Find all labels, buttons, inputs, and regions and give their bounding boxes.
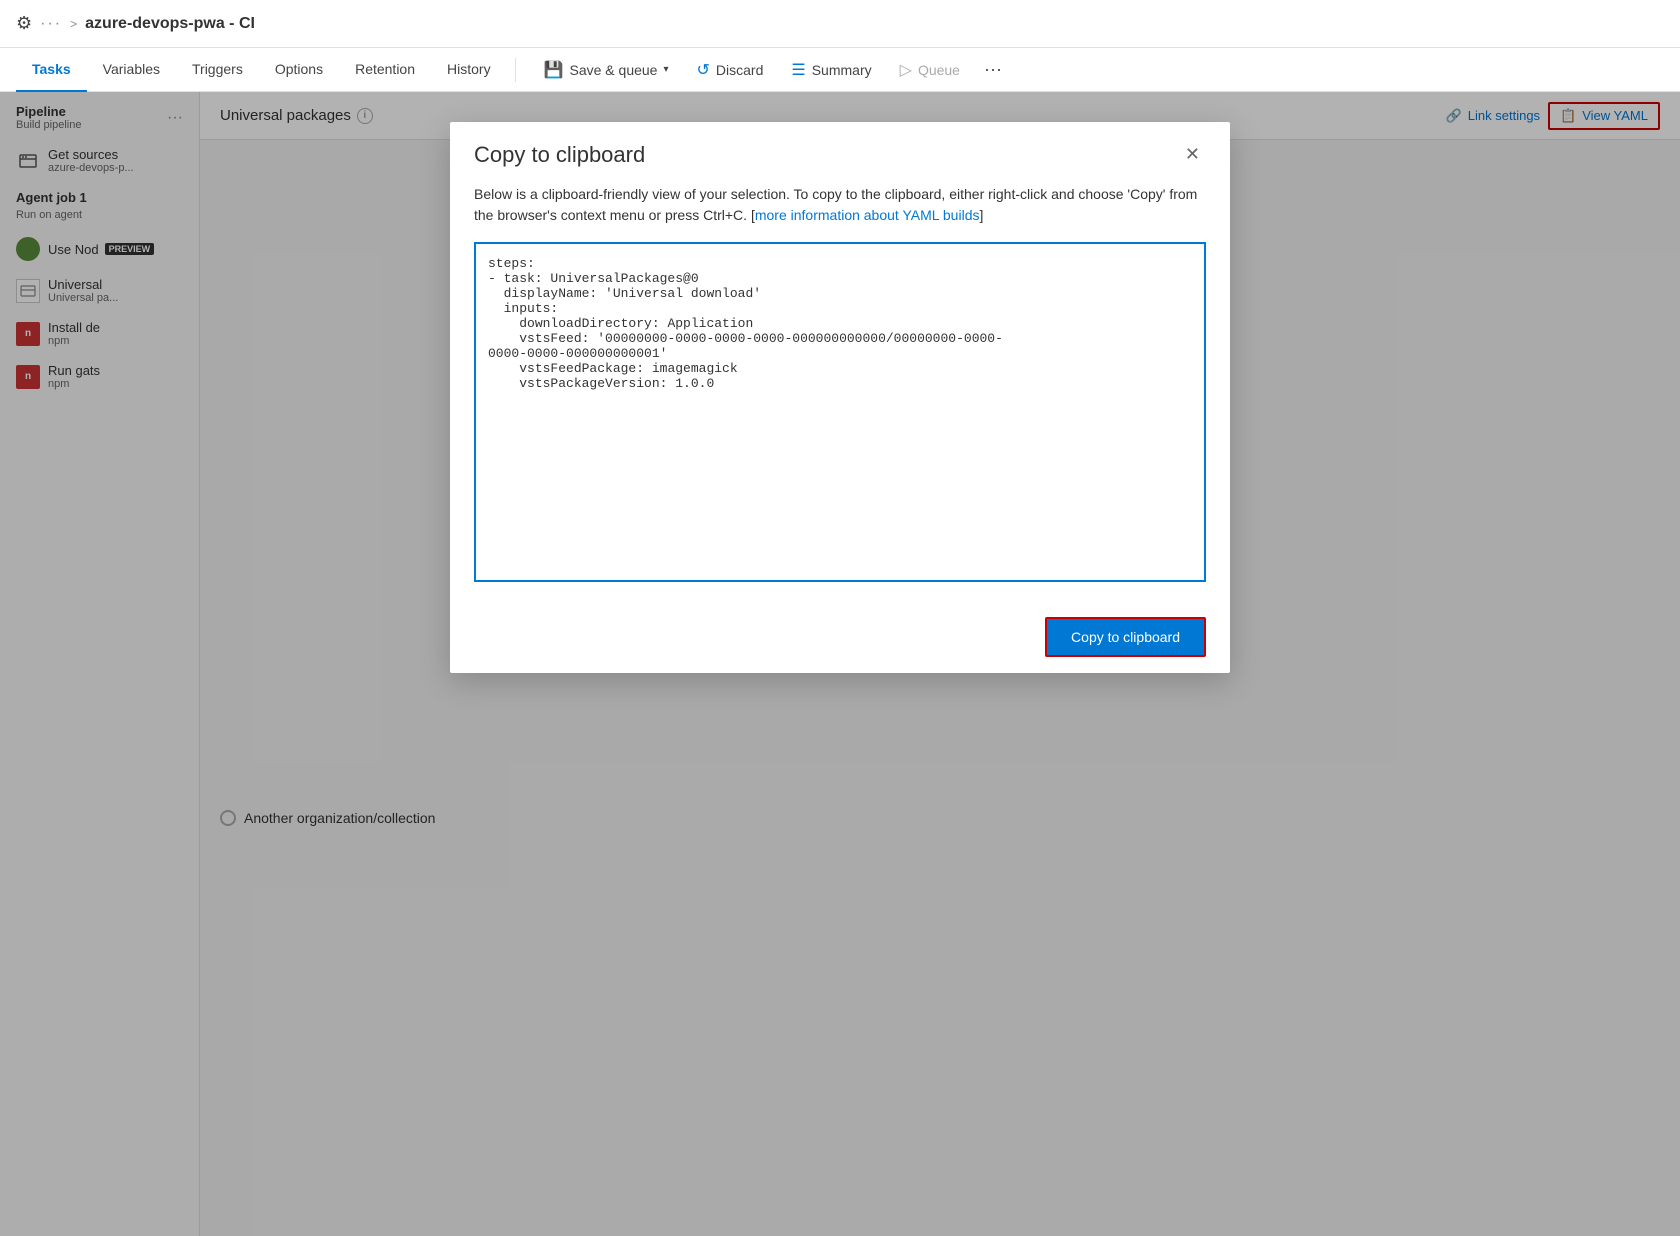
chevron-down-icon: ▾ <box>663 64 668 75</box>
nav-separator <box>515 58 516 82</box>
save-queue-label: Save & queue <box>570 62 658 78</box>
top-bar: ⚙ ··· > azure-devops-pwa - CI <box>0 0 1680 48</box>
modal-footer: Copy to clipboard <box>450 601 1230 673</box>
nav-actions: 💾 Save & queue ▾ ↺ Discard ☰ Summary ▷ Q… <box>532 53 1010 86</box>
queue-icon: ▷ <box>900 60 912 80</box>
tab-retention[interactable]: Retention <box>339 48 431 92</box>
yaml-content-textarea[interactable]: steps: - task: UniversalPackages@0 displ… <box>474 242 1206 582</box>
tab-triggers[interactable]: Triggers <box>176 48 259 92</box>
modal-description: Below is a clipboard-friendly view of yo… <box>474 184 1206 226</box>
summary-icon: ☰ <box>791 60 805 80</box>
more-button[interactable]: ··· <box>976 53 1010 86</box>
discard-icon: ↺ <box>697 60 710 80</box>
breadcrumb-chevron: > <box>70 17 77 31</box>
modal-close-button[interactable]: ✕ <box>1179 142 1206 167</box>
tab-options[interactable]: Options <box>259 48 339 92</box>
modal-overlay: Copy to clipboard ✕ Below is a clipboard… <box>0 92 1680 1236</box>
page-title: azure-devops-pwa - CI <box>85 15 255 33</box>
app-icon: ⚙ <box>16 13 32 34</box>
copy-to-clipboard-button[interactable]: Copy to clipboard <box>1045 617 1206 657</box>
summary-button[interactable]: ☰ Summary <box>779 54 883 86</box>
save-queue-button[interactable]: 💾 Save & queue ▾ <box>532 54 681 86</box>
summary-label: Summary <box>812 62 872 78</box>
save-icon: 💾 <box>544 60 564 80</box>
queue-label: Queue <box>918 62 960 78</box>
nav-tabs-bar: Tasks Variables Triggers Options Retenti… <box>0 48 1680 92</box>
discard-label: Discard <box>716 62 763 78</box>
main-layout: Pipeline Build pipeline ··· Get sources … <box>0 92 1680 1236</box>
tab-variables[interactable]: Variables <box>87 48 176 92</box>
tab-history[interactable]: History <box>431 48 507 92</box>
queue-button[interactable]: ▷ Queue <box>888 54 972 86</box>
modal-dialog: Copy to clipboard ✕ Below is a clipboard… <box>450 122 1230 673</box>
modal-body: Below is a clipboard-friendly view of yo… <box>450 184 1230 601</box>
tab-tasks[interactable]: Tasks <box>16 48 87 92</box>
modal-header: Copy to clipboard ✕ <box>450 122 1230 184</box>
discard-button[interactable]: ↺ Discard <box>685 54 776 86</box>
modal-title: Copy to clipboard <box>474 142 645 168</box>
more-info-link[interactable]: more information about YAML builds <box>755 207 980 223</box>
breadcrumb-dots[interactable]: ··· <box>40 15 62 33</box>
